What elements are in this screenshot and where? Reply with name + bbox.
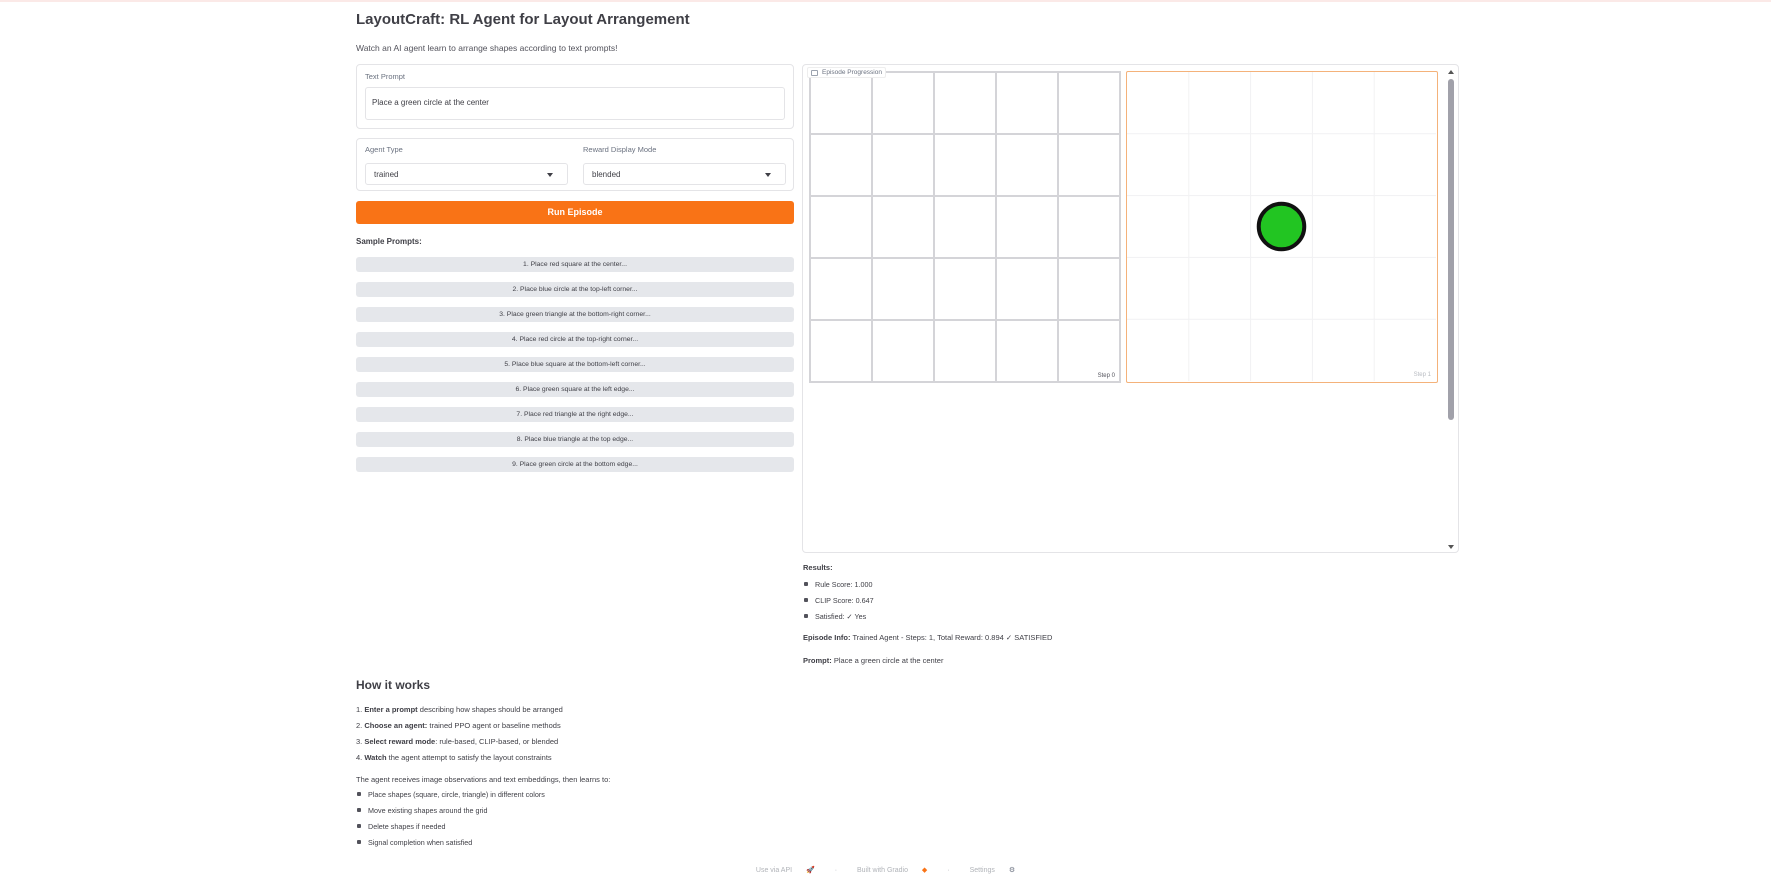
episode-frame-step-0[interactable]: Step 0 [809,71,1121,383]
reward-mode-select[interactable]: blended [583,163,786,185]
step-bold: Select reward mode [364,737,436,746]
reward-mode-label: Reward Display Mode [583,145,657,154]
prompt-info: Prompt: Place a green circle at the cent… [803,656,943,665]
settings-link-text: Settings [969,867,995,874]
episode-info: Episode Info: Trained Agent - Steps: 1, … [803,633,1052,642]
how-it-works-description: The agent receives image observations an… [356,775,611,784]
step-label: Step 0 [1093,371,1119,381]
scroll-down-arrow-icon[interactable] [1448,545,1454,549]
sample-prompt-button[interactable]: 7. Place red triangle at the right edge.… [356,407,794,422]
settings-link[interactable]: Settings ⚙ [964,867,1022,874]
results-title: Results: [803,563,833,572]
gradio-logo-icon: ◆ [921,867,928,874]
sample-prompt-button[interactable]: 4. Place red circle at the top-right cor… [356,332,794,347]
text-prompt-panel: Text Prompt Place a green circle at the … [356,64,794,129]
footer-dot: · [947,867,950,874]
results-item: CLIP Score: 0.647 [803,596,874,612]
gear-icon: ⚙ [1008,867,1016,874]
footer-dot: · [834,867,838,874]
capability-item: Place shapes (square, circle, triangle) … [356,790,545,806]
capability-item: Delete shapes if needed [356,822,545,838]
results-list: Rule Score: 1.000 CLIP Score: 0.647 Sati… [803,580,874,628]
prompt-info-value: Place a green circle at the center [831,656,944,665]
scroll-thumb[interactable] [1448,79,1454,420]
footer: Use via API 🚀 · Built with Gradio ◆ · Se… [0,866,1771,874]
sample-prompt-button[interactable]: 9. Place green circle at the bottom edge… [356,457,794,472]
sample-prompt-button[interactable]: 3. Place green triangle at the bottom-ri… [356,307,794,322]
use-via-api-link[interactable]: Use via API 🚀 [750,867,821,874]
how-step: 4. Watch the agent attempt to satisfy th… [356,753,563,769]
grid-canvas [1127,72,1436,381]
agent-type-value: trained [374,170,399,179]
step-bold: Watch [364,753,387,762]
how-step: 2. Choose an agent: trained PPO agent or… [356,721,563,737]
rocket-icon: 🚀 [806,867,815,874]
sample-prompt-button[interactable]: 1. Place red square at the center... [356,257,794,272]
sample-prompts-title: Sample Prompts: [356,237,422,246]
how-step: 3. Select reward mode: rule-based, CLIP-… [356,737,563,753]
step-bold: Choose an agent: [364,721,428,730]
how-it-works-steps: 1. Enter a prompt describing how shapes … [356,705,563,769]
results-item: Rule Score: 1.000 [803,580,874,596]
capability-item: Signal completion when satisfied [356,838,545,854]
run-episode-button[interactable]: Run Episode [356,201,794,224]
episode-info-value: Trained Agent - Steps: 1, Total Reward: … [850,633,1053,642]
capabilities-list: Place shapes (square, circle, triangle) … [356,790,545,854]
step-text: trained PPO agent or baseline methods [427,721,561,730]
text-prompt-label: Text Prompt [365,72,406,81]
sample-prompt-button[interactable]: 5. Place blue square at the bottom-left … [356,357,794,372]
step-label: Step 1 [1409,370,1435,380]
episode-progression-gallery: Step 0 Step 1 Episode Progression [802,64,1459,553]
text-prompt-input[interactable]: Place a green circle at the center [365,87,785,120]
episode-frame-step-1[interactable]: Step 1 [1126,71,1438,383]
agent-type-select[interactable]: trained [365,163,568,185]
step-text: describing how shapes should be arranged [417,705,563,714]
built-link-text: Built with Gradio [857,867,908,874]
gallery-scrollbar[interactable] [1446,65,1456,554]
api-link-text: Use via API [755,867,793,874]
chevron-down-icon [547,173,553,177]
capability-item: Move existing shapes around the grid [356,806,545,822]
options-panel: Agent Type trained Reward Display Mode b… [356,138,794,191]
step-text: : rule-based, CLIP-based, or blended [435,737,559,746]
how-it-works-title: How it works [356,678,431,692]
built-with-gradio-link[interactable]: Built with Gradio ◆ [851,867,933,874]
prompt-info-label: Prompt: [803,656,832,665]
results-section: Results: Rule Score: 1.000 CLIP Score: 0… [803,563,874,628]
agent-type-label: Agent Type [365,145,403,154]
grid-canvas [809,71,1121,383]
green-circle-shape [1256,201,1307,252]
scroll-up-arrow-icon[interactable] [1448,70,1454,74]
gallery-label-text: Episode Progression [822,69,882,76]
step-text: the agent attempt to satisfy the layout … [386,753,552,762]
step-bold: Enter a prompt [364,705,418,714]
chevron-down-icon [765,173,771,177]
sample-prompt-button[interactable]: 2. Place blue circle at the top-left cor… [356,282,794,297]
episode-info-label: Episode Info: [803,633,851,642]
sample-prompt-button[interactable]: 8. Place blue triangle at the top edge..… [356,432,794,447]
page-title: LayoutCraft: RL Agent for Layout Arrange… [356,11,690,28]
top-accent-line [0,0,1771,2]
sample-prompt-button[interactable]: 6. Place green square at the left edge..… [356,382,794,397]
how-step: 1. Enter a prompt describing how shapes … [356,705,563,721]
page-subtitle: Watch an AI agent learn to arrange shape… [356,43,618,53]
reward-mode-value: blended [592,170,621,179]
results-item: Satisfied: ✓ Yes [803,612,874,628]
gallery-label: Episode Progression [807,67,886,78]
image-icon [811,69,818,76]
